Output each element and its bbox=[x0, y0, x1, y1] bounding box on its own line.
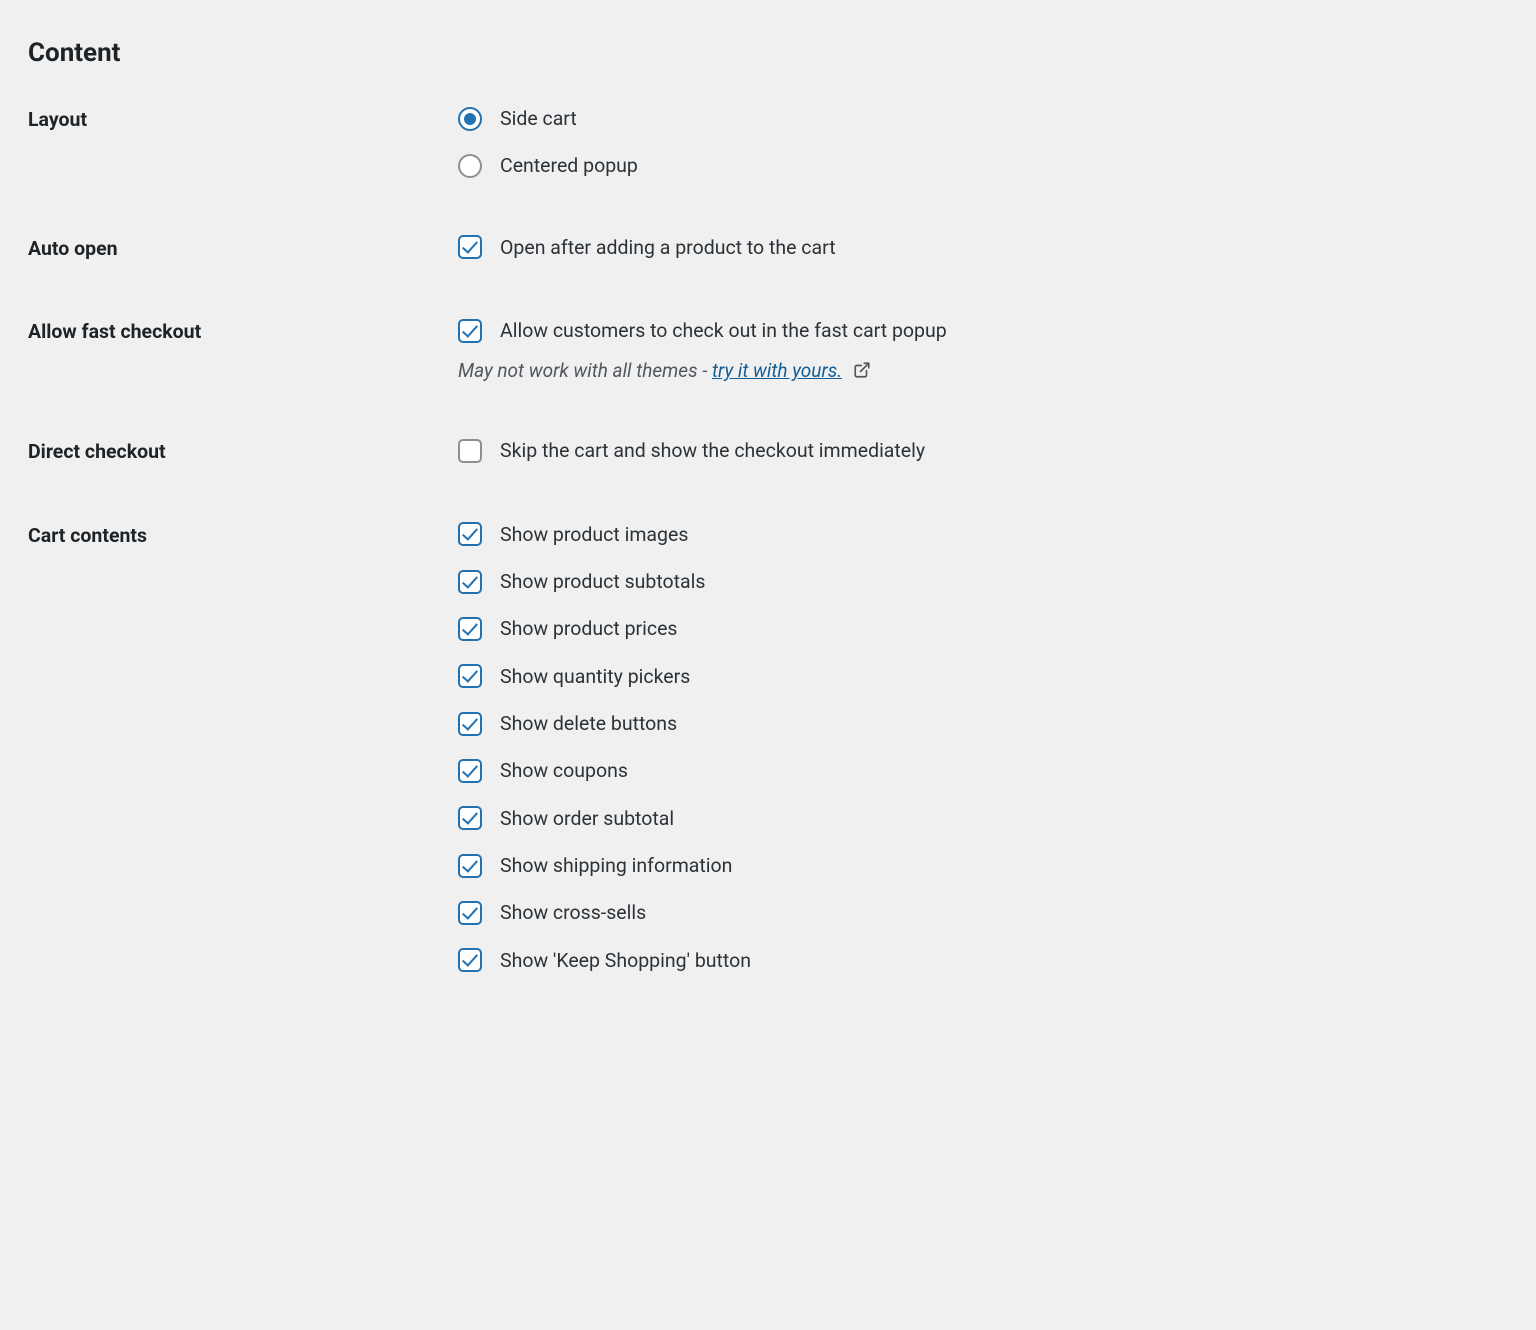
option-cart-contents-8[interactable]: Show cross-sells bbox=[458, 900, 1508, 925]
row-cart-contents: Cart contents Show product images Show p… bbox=[28, 522, 1508, 973]
field-allow-fast-checkout: Allow customers to check out in the fast… bbox=[458, 318, 1508, 382]
option-layout-centered-popup[interactable]: Centered popup bbox=[458, 153, 1508, 178]
checkbox-show-order-subtotal[interactable] bbox=[458, 806, 482, 830]
external-link-icon bbox=[853, 361, 871, 379]
option-label: Show product prices bbox=[500, 616, 678, 641]
row-label-layout: Layout bbox=[28, 106, 458, 133]
option-label: Centered popup bbox=[500, 153, 638, 178]
option-cart-contents-3[interactable]: Show quantity pickers bbox=[458, 664, 1508, 689]
option-label: Show 'Keep Shopping' button bbox=[500, 948, 751, 973]
option-direct-checkout[interactable]: Skip the cart and show the checkout imme… bbox=[458, 438, 1508, 463]
row-label-direct-checkout: Direct checkout bbox=[28, 438, 458, 465]
option-cart-contents-2[interactable]: Show product prices bbox=[458, 616, 1508, 641]
option-cart-contents-1[interactable]: Show product subtotals bbox=[458, 569, 1508, 594]
row-label-auto-open: Auto open bbox=[28, 235, 458, 262]
row-allow-fast-checkout: Allow fast checkout Allow customers to c… bbox=[28, 318, 1508, 382]
option-label: Show coupons bbox=[500, 758, 628, 783]
row-layout: Layout Side cart Centered popup bbox=[28, 106, 1508, 179]
option-label: Show product subtotals bbox=[500, 569, 705, 594]
checkbox-auto-open[interactable] bbox=[458, 235, 482, 259]
option-cart-contents-6[interactable]: Show order subtotal bbox=[458, 806, 1508, 831]
checkbox-show-delete-buttons[interactable] bbox=[458, 712, 482, 736]
checkbox-show-product-images[interactable] bbox=[458, 522, 482, 546]
option-cart-contents-5[interactable]: Show coupons bbox=[458, 758, 1508, 783]
option-label: Show quantity pickers bbox=[500, 664, 690, 689]
radio-layout-side-cart[interactable] bbox=[458, 107, 482, 131]
checkbox-show-quantity-pickers[interactable] bbox=[458, 664, 482, 688]
field-auto-open: Open after adding a product to the cart bbox=[458, 235, 1508, 260]
option-label: Side cart bbox=[500, 106, 577, 131]
option-cart-contents-7[interactable]: Show shipping information bbox=[458, 853, 1508, 878]
option-auto-open[interactable]: Open after adding a product to the cart bbox=[458, 235, 1508, 260]
option-cart-contents-9[interactable]: Show 'Keep Shopping' button bbox=[458, 948, 1508, 973]
hint-fast-checkout: May not work with all themes - try it wi… bbox=[458, 359, 1508, 382]
field-direct-checkout: Skip the cart and show the checkout imme… bbox=[458, 438, 1508, 463]
option-cart-contents-4[interactable]: Show delete buttons bbox=[458, 711, 1508, 736]
radio-layout-centered-popup[interactable] bbox=[458, 154, 482, 178]
checkbox-show-keep-shopping-button[interactable] bbox=[458, 948, 482, 972]
checkbox-show-cross-sells[interactable] bbox=[458, 901, 482, 925]
checkbox-show-shipping-information[interactable] bbox=[458, 854, 482, 878]
field-cart-contents: Show product images Show product subtota… bbox=[458, 522, 1508, 973]
row-label-allow-fast-checkout: Allow fast checkout bbox=[28, 318, 458, 345]
checkbox-direct-checkout[interactable] bbox=[458, 439, 482, 463]
section-title: Content bbox=[28, 38, 1508, 68]
hint-link-try-it[interactable]: try it with yours. bbox=[712, 359, 842, 382]
option-label: Show product images bbox=[500, 522, 688, 547]
field-layout: Side cart Centered popup bbox=[458, 106, 1508, 179]
option-allow-fast-checkout[interactable]: Allow customers to check out in the fast… bbox=[458, 318, 1508, 343]
option-label: Show order subtotal bbox=[500, 806, 674, 831]
checkbox-show-product-prices[interactable] bbox=[458, 617, 482, 641]
option-cart-contents-0[interactable]: Show product images bbox=[458, 522, 1508, 547]
row-direct-checkout: Direct checkout Skip the cart and show t… bbox=[28, 438, 1508, 465]
row-label-cart-contents: Cart contents bbox=[28, 522, 458, 549]
option-label: Show shipping information bbox=[500, 853, 732, 878]
option-label: Show cross-sells bbox=[500, 900, 646, 925]
row-auto-open: Auto open Open after adding a product to… bbox=[28, 235, 1508, 262]
option-label: Allow customers to check out in the fast… bbox=[500, 318, 947, 343]
hint-text: May not work with all themes - bbox=[458, 359, 712, 382]
checkbox-allow-fast-checkout[interactable] bbox=[458, 319, 482, 343]
checkbox-show-product-subtotals[interactable] bbox=[458, 570, 482, 594]
checkbox-show-coupons[interactable] bbox=[458, 759, 482, 783]
option-layout-side-cart[interactable]: Side cart bbox=[458, 106, 1508, 131]
option-label: Open after adding a product to the cart bbox=[500, 235, 836, 260]
option-label: Show delete buttons bbox=[500, 711, 677, 736]
settings-page: Content Layout Side cart Centered popup … bbox=[0, 0, 1536, 1013]
option-label: Skip the cart and show the checkout imme… bbox=[500, 438, 925, 463]
